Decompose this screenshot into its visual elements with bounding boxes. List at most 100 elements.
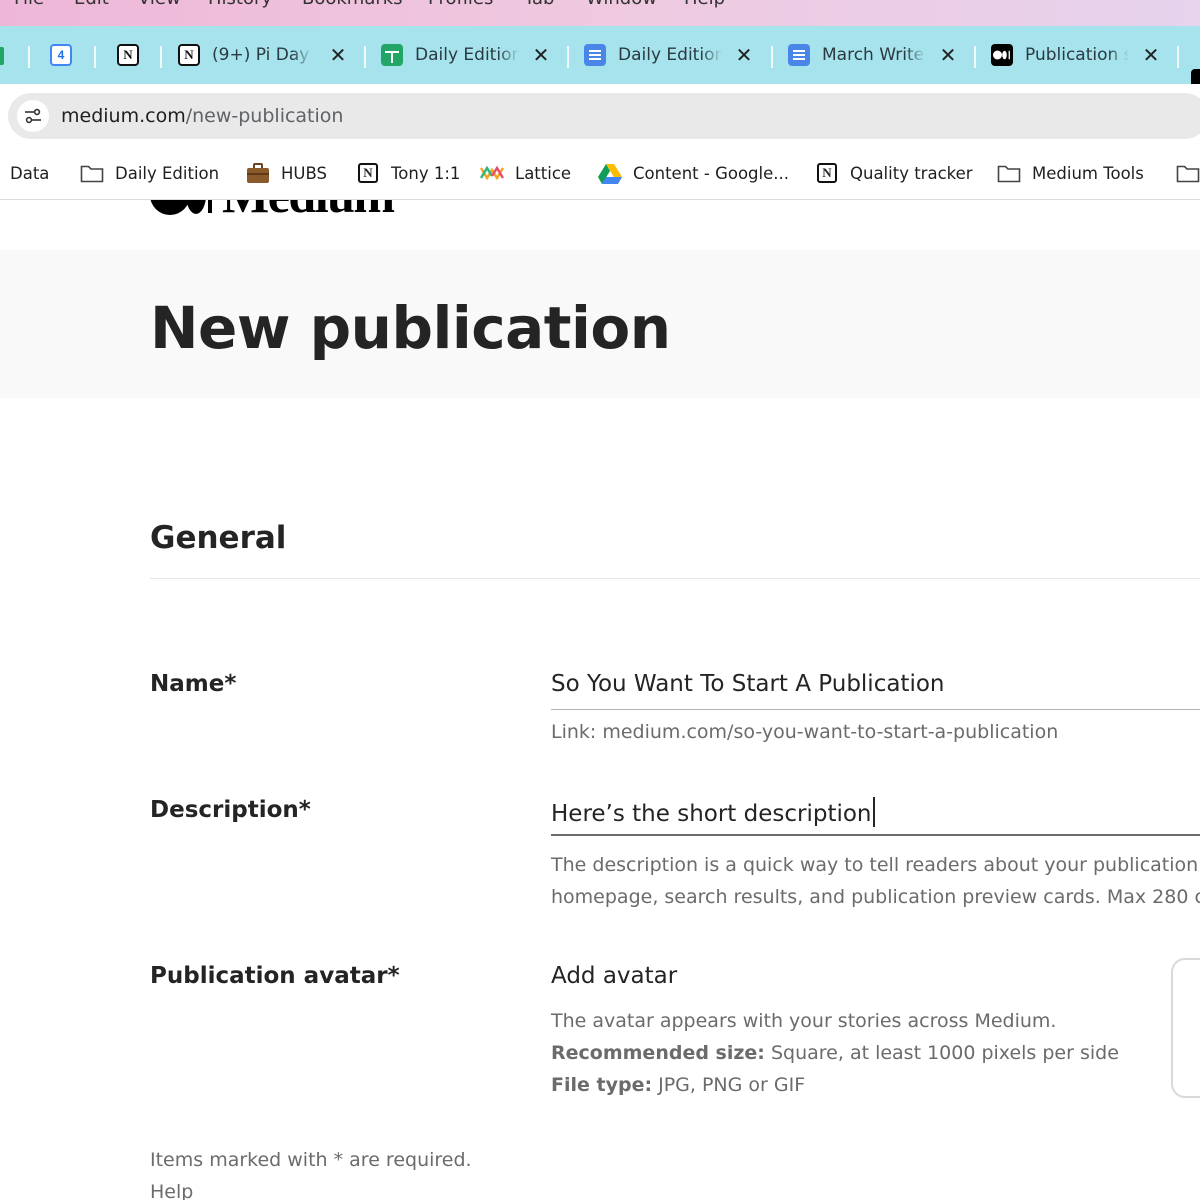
medium-logo-icon [150,200,212,215]
recommended-size-value: Square, at least 1000 pixels per side [770,1042,1119,1064]
avatar-label: Publication avatar* [150,963,400,989]
help-link[interactable]: Help [150,1181,193,1200]
page-title: New publication [150,294,671,362]
url-host: medium.com [61,105,186,127]
section-divider [150,578,1200,579]
name-label: Name* [150,671,237,697]
page-title-band: New publication [0,250,1200,398]
close-icon[interactable]: ✕ [734,43,754,67]
bookmark-hubs[interactable]: HUBS [246,160,327,186]
notion-icon: N [117,44,139,66]
bookmark-label: Lattice [515,163,572,183]
close-icon[interactable]: ✕ [938,43,958,67]
name-input-underline [551,709,1200,710]
bookmark-lattice[interactable]: Lattice [480,160,571,186]
tab-separator [28,46,30,68]
tab-separator [974,46,976,68]
menu-history[interactable]: History [208,0,272,9]
menu-window[interactable]: Window [586,0,657,9]
tab-separator [364,46,366,68]
tab-publication-active[interactable]: Publication s ✕ [991,36,1161,74]
tab-march-writer[interactable]: March Writer ✕ [788,36,958,74]
bookmark-label: Daily Edition [115,163,220,183]
tab-pinned-notion[interactable]: N [117,36,141,74]
required-note: Items marked with * are required. [150,1149,472,1171]
bookmark-label: Medium Tools [1032,163,1144,183]
menu-tab[interactable]: Tab [524,0,554,9]
site-settings-icon[interactable] [17,100,49,132]
tab-strip: 4 N N (9+) Pi Day ✕ Daily Edition ✕ Dail… [0,26,1200,84]
medium-logo[interactable]: Medium [150,200,395,222]
tab-separator [1177,46,1179,68]
publication-link-text: Link: medium.com/so-you-want-to-start-a-… [551,721,1059,743]
avatar-upload-area[interactable] [1171,958,1200,1098]
menu-file[interactable]: File [14,0,44,9]
description-input[interactable]: Here’s the short description [551,797,875,827]
google-docs-icon [584,44,606,66]
description-helper-line-2: homepage, search results, and publicatio… [551,886,1200,908]
bookmark-content-google[interactable]: Content - Google... [598,160,789,186]
bookmark-overflow-folder[interactable] [1176,160,1200,186]
avatar-recommended-size: Recommended size: Square, at least 1000 … [551,1037,1119,1069]
bookmark-label: Data [10,163,50,183]
tab-daily-edition-docs[interactable]: Daily Edition ✕ [584,36,754,74]
close-icon[interactable]: ✕ [328,43,348,67]
google-docs-icon [788,44,810,66]
tab-title: Publication s [1025,45,1129,65]
avatar-file-type: File type: JPG, PNG or GIF [551,1069,805,1101]
description-input-underline [551,834,1200,836]
menu-profiles[interactable]: Profiles [428,0,493,9]
briefcase-icon [246,162,270,184]
bookmark-label: HUBS [281,163,327,183]
menu-view[interactable]: View [138,0,181,9]
bookmark-label: Content - Google... [633,163,789,183]
bookmark-tony[interactable]: N Tony 1:1 [356,160,460,186]
bookmark-quality-tracker[interactable]: N Quality tracker [815,160,973,186]
tab-title: Daily Edition [415,45,519,65]
browser-toolbar: medium.com/new-publication [0,84,1200,148]
menu-bar: File Edit View History Bookmarks Profile… [0,0,1200,26]
description-helper-line-1: The description is a quick way to tell r… [551,854,1200,876]
google-sheets-icon [381,44,403,66]
tab-separator [567,46,569,68]
tab-pinned-calendar[interactable]: 4 [50,36,74,74]
close-icon[interactable]: ✕ [531,43,551,67]
notion-icon: N [815,162,839,184]
notion-icon: N [178,44,200,66]
site-header: Medium [0,200,1200,250]
folder-icon [80,162,104,184]
bookmark-label: Quality tracker [850,163,973,183]
recommended-size-label: Recommended size: [551,1042,765,1064]
notion-icon: N [356,162,380,184]
folder-icon [1176,162,1200,184]
address-bar[interactable]: medium.com/new-publication [8,93,1200,139]
file-type-value: JPG, PNG or GIF [658,1074,806,1096]
lattice-icon [480,162,504,184]
tab-title: March Writer [822,45,926,65]
tab-title: Daily Edition [618,45,722,65]
medium-logo-wordmark: Medium [222,200,395,220]
name-input[interactable]: So You Want To Start A Publication [551,671,945,697]
bookmarks-bar: Data Daily Edition HUBS N Tony 1:1 Latti… [0,148,1200,200]
medium-icon [991,44,1013,66]
bookmark-data[interactable]: Data [10,160,49,186]
url-text[interactable]: medium.com/new-publication [61,105,343,127]
tab-daily-edition-sheets[interactable]: Daily Edition ✕ [381,36,551,74]
tab-separator [771,46,773,68]
menu-bookmarks[interactable]: Bookmarks [302,0,403,9]
bookmark-medium-tools[interactable]: Medium Tools [997,160,1144,186]
tab-partial-left[interactable] [0,47,4,65]
tab-partial-right[interactable] [1191,69,1200,84]
url-path: /new-publication [185,105,344,127]
bookmark-daily-edition[interactable]: Daily Edition [80,160,219,186]
google-calendar-icon: 4 [50,44,72,66]
tab-pi-day[interactable]: N (9+) Pi Day ✕ [178,36,348,74]
close-icon[interactable]: ✕ [1141,43,1161,67]
bookmark-label: Tony 1:1 [391,163,461,183]
menu-help[interactable]: Help [684,0,725,9]
description-label: Description* [150,797,311,823]
tab-separator [94,46,96,68]
menu-edit[interactable]: Edit [74,0,109,9]
add-avatar-button[interactable]: Add avatar [551,963,677,989]
folder-icon [997,162,1021,184]
